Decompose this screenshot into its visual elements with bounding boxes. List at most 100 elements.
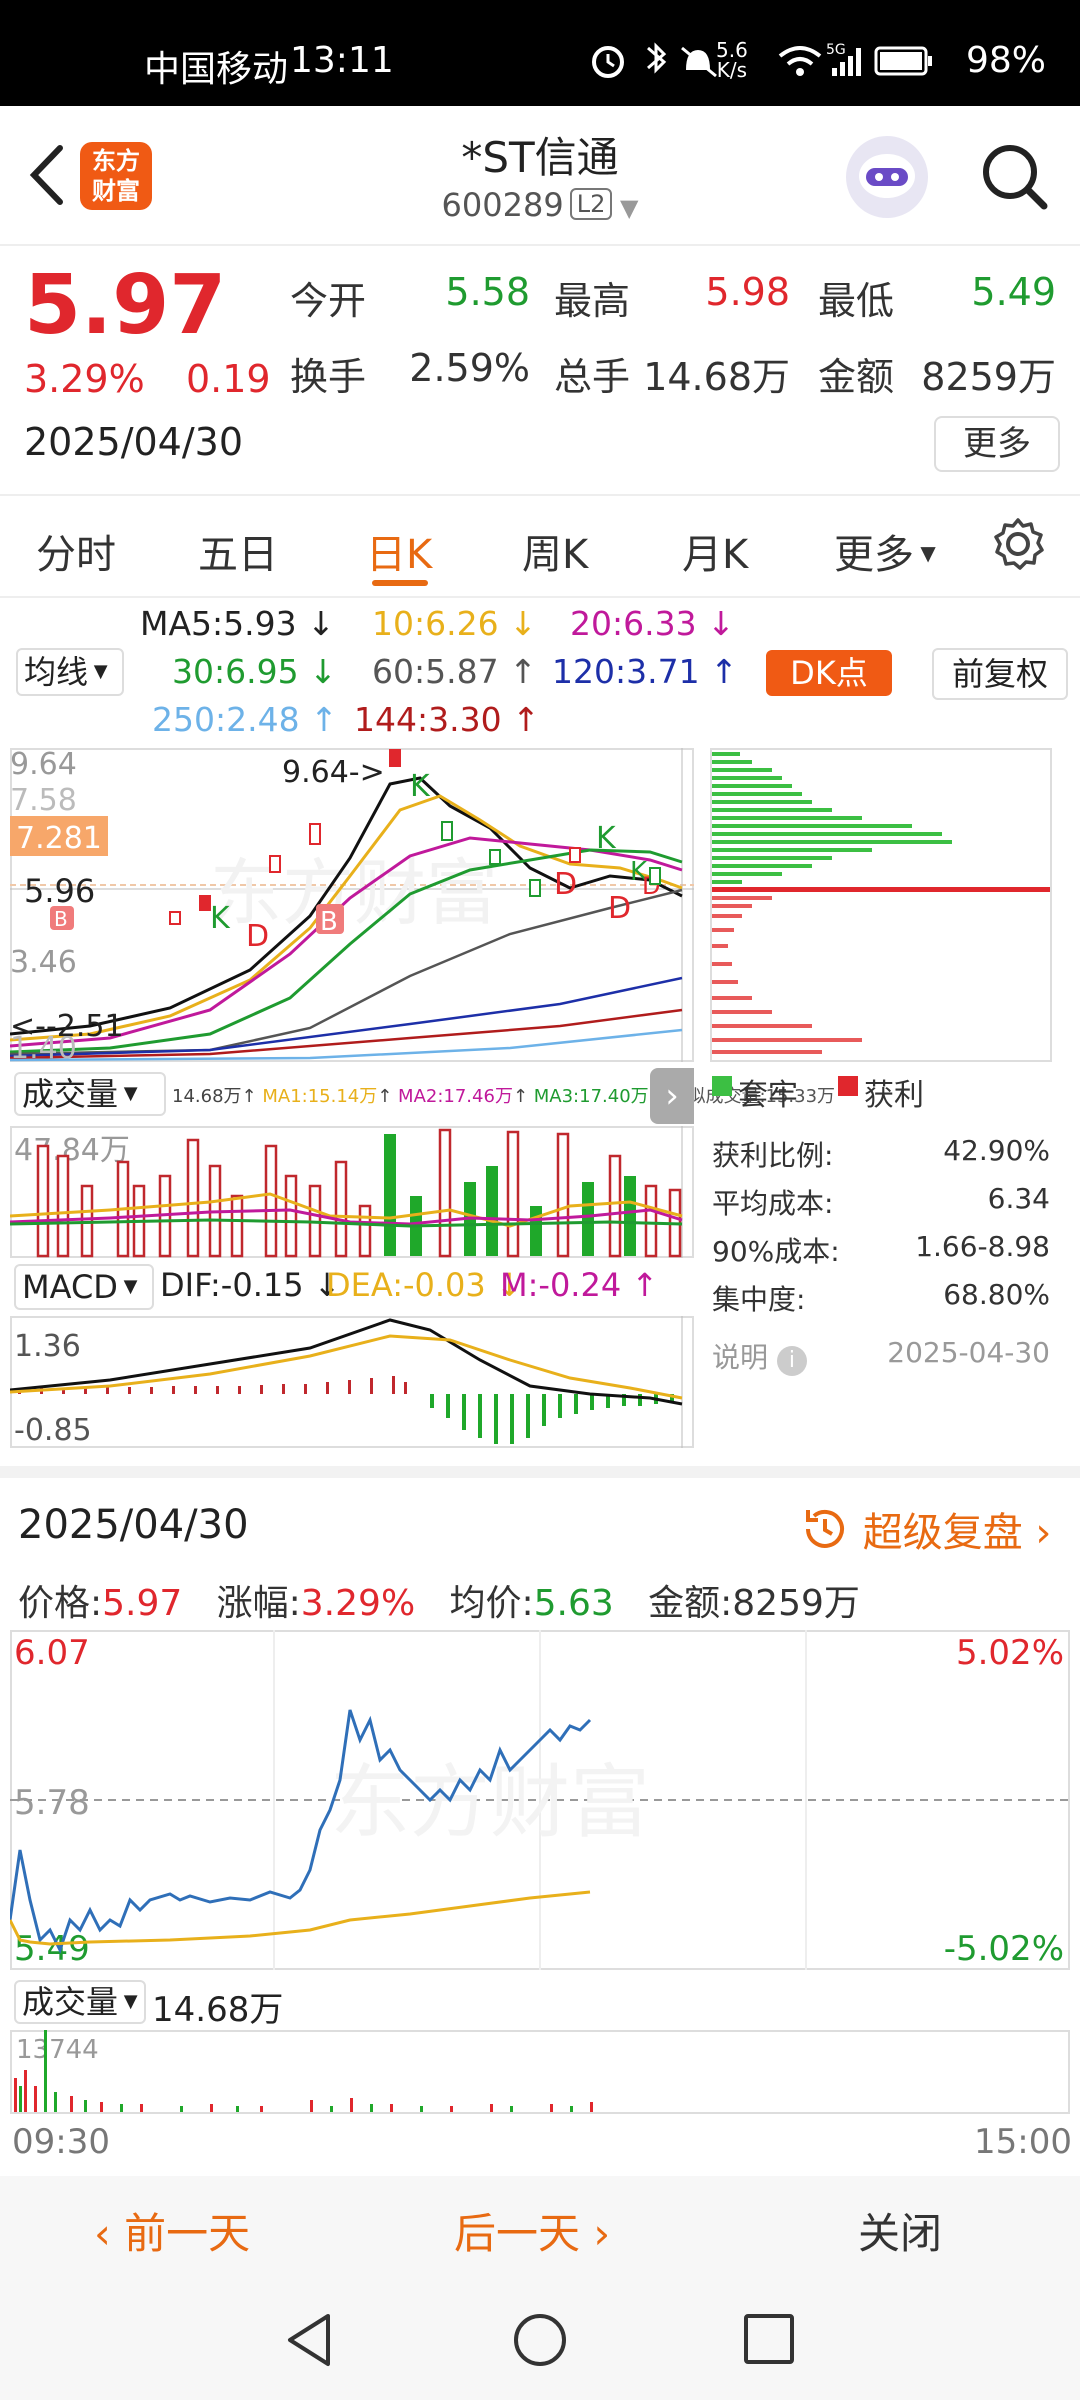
ma30-value: 30:6.95 ↓ — [172, 652, 337, 691]
close-button[interactable]: 关闭 — [858, 2200, 942, 2261]
tab-monthly-k[interactable]: 月K — [682, 522, 748, 580]
volume-value: 14.68万 — [643, 355, 790, 399]
level2-badge: L2 — [569, 188, 613, 220]
intraday-date: 2025/04/30 — [18, 1502, 249, 1548]
battery-level: 98% — [966, 40, 1047, 81]
signal-b-2: B — [54, 907, 68, 931]
kline-y-2: 7.58 — [10, 783, 77, 818]
signal-k-2: K — [410, 769, 431, 804]
tab-weekly-k[interactable]: 周K — [522, 522, 588, 580]
macd-dea: DEA:-0.03 ↓ — [326, 1266, 523, 1304]
dk-point-button[interactable]: DK点 — [766, 650, 892, 696]
intraday-y-top: 6.07 — [14, 1633, 90, 1673]
super-replay-button[interactable]: 超级复盘 › — [800, 1500, 1051, 1558]
more-quote-button[interactable]: 更多 — [934, 416, 1060, 472]
intraday-chart[interactable]: 东方财富 6.07 5.78 5.49 5.02% -5.02% — [10, 1630, 1070, 1970]
tab-daily-k[interactable]: 日K — [366, 522, 432, 580]
tab-intraday[interactable]: 分时 — [36, 522, 116, 580]
volume-label: 总手 — [554, 355, 631, 399]
chip-distribution-chart — [710, 748, 1052, 1062]
turnover-label: 换手 — [290, 355, 367, 399]
status-bar: 中国移动 13:11 5.6 K/s 5G 98% — [0, 0, 1080, 106]
open-label: 今开 — [290, 279, 367, 323]
intraday-volume-max: 13744 — [16, 2035, 99, 2065]
chip-row-value: 68.80% — [943, 1278, 1050, 1311]
turnover-value: 2.59% — [409, 346, 530, 390]
chip-row-label: 集中度: — [712, 1283, 806, 1316]
nav-recents-icon[interactable] — [742, 2312, 798, 2368]
open-value: 5.58 — [445, 270, 530, 314]
ma5-value: MA5:5.93 ↓ — [140, 604, 335, 643]
adjust-mode-button[interactable]: 前复权 — [932, 648, 1068, 700]
clock: 13:11 — [290, 40, 394, 81]
profit-legend-label: 获利 — [864, 1078, 924, 1113]
profit-legend-swatch — [838, 1076, 858, 1096]
ma-selector[interactable]: 均线 ▼ — [16, 648, 124, 696]
chip-row-label: 90%成本: — [712, 1235, 840, 1268]
signal-k-1: K — [210, 901, 231, 936]
crosshair-value: 5.96 — [24, 872, 95, 910]
active-tab-indicator — [372, 580, 428, 586]
nav-back-icon[interactable] — [282, 2310, 338, 2370]
quote-date: 2025/04/30 — [24, 420, 244, 464]
chip-row-value: 1.66-8.98 — [915, 1230, 1050, 1263]
ma60-value: 60:5.87 ↑ — [372, 652, 537, 691]
kline-y-top: 9.64 — [10, 748, 77, 782]
intraday-y-mid: 5.78 — [14, 1783, 90, 1823]
low-annotation: <--2.51 — [10, 1009, 124, 1044]
search-icon[interactable] — [978, 140, 1050, 212]
volume-selector[interactable]: 成交量 ▼ — [14, 1072, 166, 1116]
intraday-watermark: 东方财富 — [330, 1756, 650, 1849]
low-label: 最低 — [818, 279, 895, 323]
macd-selector[interactable]: MACD ▼ — [14, 1264, 154, 1310]
macd-y-top: 1.36 — [14, 1329, 81, 1364]
chip-note-link[interactable]: 说明 i — [712, 1336, 807, 1376]
high-label: 最高 — [554, 279, 631, 323]
signal-d-3: D — [608, 891, 631, 926]
carrier: 中国移动 — [144, 49, 289, 90]
tab-five-day[interactable]: 五日 — [198, 522, 278, 580]
amount-value: 8259万 — [921, 355, 1056, 399]
svg-text:5G: 5G — [826, 42, 846, 58]
net-speed: 5.6 K/s — [716, 38, 748, 82]
ma144-value: 144:3.30 ↑ — [354, 700, 540, 739]
intraday-pct-bottom: -5.02% — [944, 1929, 1064, 1969]
kline-chart[interactable]: 东方财富 9.64 7.58 3.46 1.40 7.281 5.96 9.64… — [10, 748, 694, 1062]
macd-y-bottom: -0.85 — [14, 1413, 92, 1448]
signal-d-2: D — [554, 867, 577, 902]
signal-icons: 5G — [778, 42, 932, 76]
change-percent: 3.29% — [24, 357, 145, 401]
chip-row-label: 平均成本: — [712, 1187, 834, 1220]
trapped-legend-swatch — [712, 1076, 732, 1096]
volume-y-label: 47.84万 — [14, 1133, 130, 1168]
ma120-value: 120:3.71 ↑ — [552, 652, 738, 691]
intraday-volume-selector[interactable]: 成交量 ▼ — [14, 1980, 146, 2024]
assistant-robot-icon[interactable] — [846, 136, 928, 218]
ma250-value: 250:2.48 ↑ — [152, 700, 338, 739]
chip-note-date: 2025-04-30 — [887, 1336, 1050, 1369]
tab-more[interactable]: 更多 ▼ — [834, 522, 936, 580]
change-amount: 0.19 — [186, 357, 271, 401]
time-end: 15:00 — [974, 2122, 1072, 2162]
prev-day-button[interactable]: ‹ 前一天 — [94, 2200, 250, 2261]
panel-toggle-arrow-icon[interactable]: › — [650, 1068, 694, 1124]
ma10-value: 10:6.26 ↓ — [372, 604, 537, 643]
high-value: 5.98 — [705, 270, 790, 314]
signal-k-3: K — [596, 821, 617, 856]
intraday-summary: 价格:5.97 涨幅:3.29% 均价:5.63 金额:8259万 — [18, 1583, 860, 1624]
macd-m: M:-0.24 ↑ — [500, 1266, 659, 1304]
next-day-button[interactable]: 后一天 › — [454, 2200, 610, 2261]
chip-row-value: 6.34 — [987, 1182, 1050, 1215]
volume-info-line: 14.68万↑ MA1:15.14万↑ MA2:17.46万↑ MA3:17.4… — [172, 1086, 836, 1107]
time-start: 09:30 — [12, 2122, 110, 2162]
low-value: 5.49 — [971, 270, 1056, 314]
chip-row-value: 42.90% — [943, 1134, 1050, 1167]
amount-label: 金额 — [818, 355, 895, 399]
current-price: 5.97 — [24, 258, 227, 353]
kline-y-3: 3.46 — [10, 945, 77, 980]
current-price-tag: 7.281 — [16, 821, 102, 856]
intraday-volume-chart: 13744 — [10, 2030, 1070, 2114]
ma20-value: 20:6.33 ↓ — [570, 604, 735, 643]
nav-home-icon[interactable] — [510, 2310, 570, 2370]
settings-gear-icon[interactable] — [990, 516, 1046, 572]
